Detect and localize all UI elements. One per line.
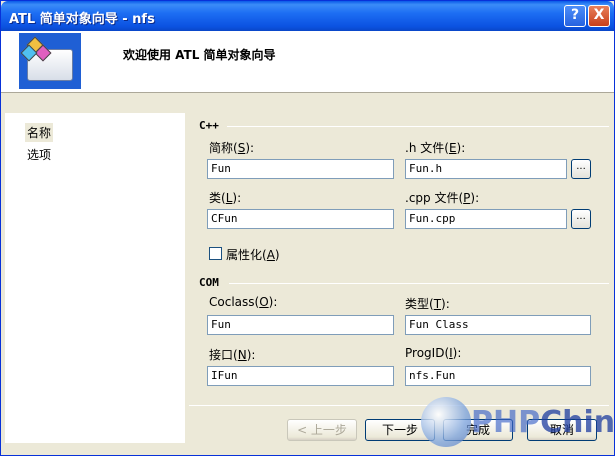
nav-item-options[interactable]: 选项 — [25, 145, 53, 164]
cpp-file-label: .cpp 文件(P): — [405, 191, 480, 205]
wizard-nav: 名称 选项 — [5, 113, 185, 443]
wizard-window: ATL 简单对象向导 - nfs ? X 欢迎使用 ATL 简单对象向导 名称 … — [0, 0, 615, 456]
cpp-file-browse-button[interactable]: ... — [571, 209, 591, 229]
progid-input[interactable]: nfs.Fun — [405, 366, 591, 386]
nav-item-name[interactable]: 名称 — [25, 123, 54, 142]
title-bar[interactable]: ATL 简单对象向导 - nfs ? X — [1, 1, 614, 31]
coclass-label: Coclass(O): — [209, 295, 278, 309]
interface-label: 接口(N): — [209, 348, 256, 362]
attributed-label: 属性化(A) — [226, 248, 280, 262]
com-group-label: COM — [199, 276, 219, 289]
short-name-input[interactable]: Fun — [207, 159, 394, 179]
wizard-header: 欢迎使用 ATL 简单对象向导 — [1, 31, 614, 93]
window-title: ATL 简单对象向导 - nfs — [9, 12, 155, 27]
close-button[interactable]: X — [588, 5, 610, 27]
progid-label: ProgID(I): — [405, 346, 462, 360]
cancel-button[interactable]: 取消 — [527, 419, 597, 441]
class-label: 类(L): — [209, 191, 242, 205]
header-title: 欢迎使用 ATL 简单对象向导 — [123, 48, 276, 62]
finish-button[interactable]: 完成 — [443, 419, 513, 441]
next-button[interactable]: 下一步 — [365, 419, 435, 441]
type-label: 类型(T): — [405, 297, 450, 311]
button-separator — [189, 405, 609, 406]
settings-panel: C++ 简称(S): Fun .h 文件(E): Fun.h ... 类(L):… — [189, 113, 609, 403]
class-input[interactable]: CFun — [207, 209, 394, 229]
coclass-input[interactable]: Fun — [207, 315, 394, 335]
h-file-label: .h 文件(E): — [405, 141, 466, 155]
wizard-logo-icon — [19, 33, 81, 89]
short-name-label: 简称(S): — [209, 141, 255, 155]
attributed-checkbox[interactable] — [209, 247, 222, 260]
cpp-group-label: C++ — [199, 119, 219, 132]
cpp-file-input[interactable]: Fun.cpp — [405, 209, 567, 229]
h-file-input[interactable]: Fun.h — [405, 159, 567, 179]
interface-input[interactable]: IFun — [207, 366, 394, 386]
h-file-browse-button[interactable]: ... — [571, 159, 591, 179]
prev-button[interactable]: < 上一步 — [287, 419, 357, 441]
help-button[interactable]: ? — [564, 5, 586, 27]
type-input[interactable]: Fun Class — [405, 315, 591, 335]
